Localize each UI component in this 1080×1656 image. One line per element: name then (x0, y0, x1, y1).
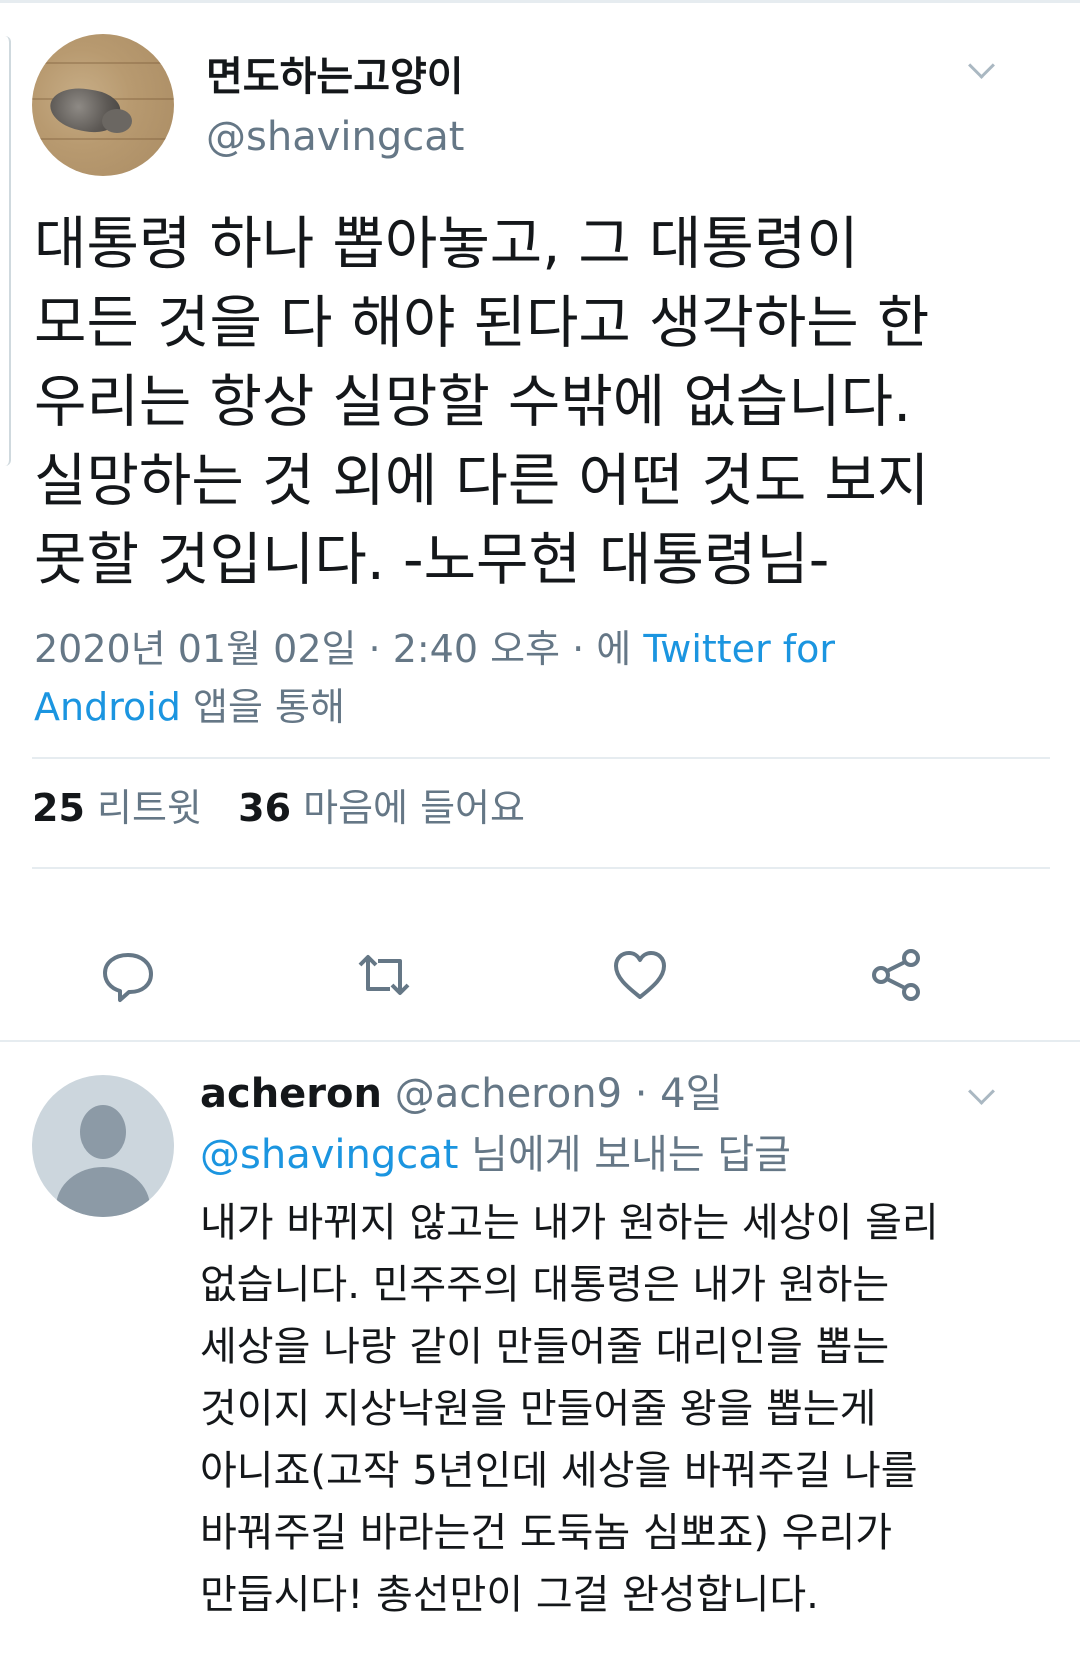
reply-avatar[interactable] (32, 1075, 174, 1217)
retweets-stat[interactable]: 25 리트윗 (32, 786, 202, 830)
replying-to: @shavingcat 님에게 보내는 답글 (200, 1127, 791, 1183)
reply-button[interactable] (98, 945, 158, 1005)
replying-to-link[interactable]: @shavingcat (200, 1132, 458, 1178)
reply-author-handle[interactable]: @acheron9 (395, 1071, 622, 1117)
retweet-icon (358, 955, 410, 995)
likes-stat[interactable]: 36 마음에 들어요 (238, 786, 525, 830)
reply-line: 바꿔주길 바라는건 도둑놈 심뽀죠) 우리가 (200, 1510, 893, 1556)
reply-header: acheron @acheron9 · 4일 (200, 1066, 722, 1122)
reply-icon (103, 953, 153, 1002)
reply-line: 만듭시다! 총선만이 그걸 완성합니다. (200, 1572, 819, 1618)
reply-line: 내가 바뀌지 않고는 내가 원하는 세상이 올리 (200, 1200, 939, 1246)
engagement-stats: 25 리트윗 36 마음에 들어요 (32, 782, 525, 834)
reply-line: 것이지 지상낙원을 만들어줄 왕을 뽑는게 (200, 1386, 877, 1432)
retweet-button[interactable] (354, 945, 414, 1005)
source-link-cont[interactable]: Android (34, 685, 181, 729)
tweet-timestamp: 2020년 01월 02일 · 2:40 오후 · 에 (34, 627, 632, 671)
author-name[interactable]: 면도하는고양이 (206, 44, 464, 102)
heart-icon (614, 951, 666, 999)
tweet-text: 대통령 하나 뽑아놓고, 그 대통령이 모든 것을 다 해야 된다고 생각하는 … (34, 205, 1054, 600)
reply-author-name[interactable]: acheron (200, 1071, 382, 1117)
source-link[interactable]: Twitter for (643, 627, 835, 671)
author-handle[interactable]: @shavingcat (206, 114, 464, 160)
like-label: 마음에 들어요 (303, 786, 525, 830)
tweet-line: 못할 것입니다. -노무현 대통령님- (34, 527, 830, 593)
chevron-down-icon[interactable] (968, 1078, 995, 1105)
share-icon (872, 949, 920, 1001)
retweet-count: 25 (32, 786, 85, 830)
tweet-line: 대통령 하나 뽑아놓고, 그 대통령이 (34, 211, 859, 277)
like-button[interactable] (610, 945, 670, 1005)
tweet-line: 실망하는 것 외에 다른 어떤 것도 보지 (34, 448, 930, 514)
via-label: 앱을 통해 (193, 685, 345, 729)
reply-text: 내가 바뀌지 않고는 내가 원하는 세상이 올리 없습니다. 민주주의 대통령은… (200, 1192, 1060, 1626)
like-count: 36 (238, 786, 292, 830)
reply-line: 세상을 나랑 같이 만들어줄 대리인을 뽑는 (200, 1324, 890, 1370)
divider (32, 867, 1050, 869)
thread-edge (0, 36, 11, 466)
reply-line: 아니죠(고작 5년인데 세상을 바꿔주길 나를 (200, 1448, 918, 1494)
replying-to-label: 님에게 보내는 답글 (471, 1132, 791, 1178)
avatar[interactable] (32, 34, 174, 176)
retweet-label: 리트윗 (96, 786, 202, 830)
tweet-line: 모든 것을 다 해야 된다고 생각하는 한 (34, 290, 930, 356)
chevron-down-icon[interactable] (968, 52, 995, 79)
divider (32, 757, 1050, 759)
top-divider (0, 0, 1080, 3)
tweet-line: 우리는 항상 실망할 수밖에 없습니다. (34, 369, 912, 435)
tweet-meta: 2020년 01월 02일 · 2:40 오후 · 에 Twitter for … (34, 620, 1054, 736)
share-button[interactable] (866, 945, 926, 1005)
reply-time: · 4일 (634, 1071, 723, 1117)
tweet-separator (0, 1040, 1080, 1042)
reply-line: 없습니다. 민주주의 대통령은 내가 원하는 (200, 1262, 890, 1308)
